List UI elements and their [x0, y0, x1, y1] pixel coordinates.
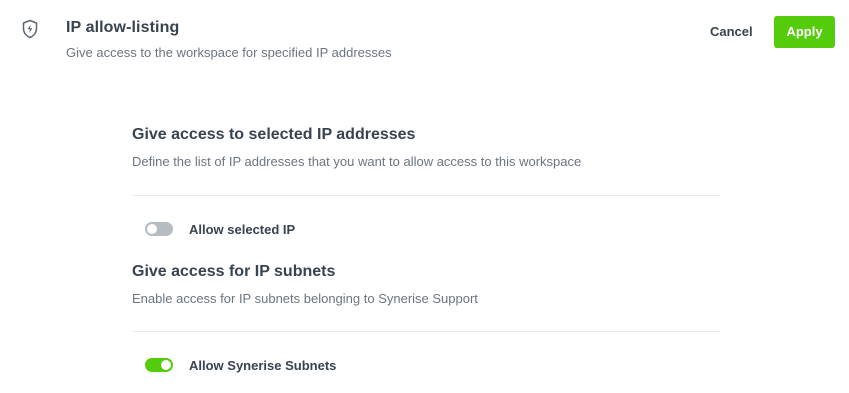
page-title: IP allow-listing — [66, 19, 180, 36]
toggle-knob — [147, 224, 157, 234]
allow-synerise-subnets-toggle[interactable] — [145, 358, 173, 372]
toggle-knob — [161, 360, 171, 370]
apply-button[interactable]: Apply — [774, 16, 835, 48]
allow-selected-ip-row: Allow selected IP — [145, 221, 295, 237]
section-title-selected-ip: Give access to selected IP addresses — [132, 126, 416, 143]
section-description-selected-ip: Define the list of IP addresses that you… — [132, 154, 582, 169]
ip-allow-listing-page: IP allow-listing Give access to the work… — [0, 0, 849, 393]
divider — [132, 331, 720, 332]
allow-selected-ip-label[interactable]: Allow selected IP — [189, 222, 295, 237]
allow-selected-ip-toggle[interactable] — [145, 222, 173, 236]
allow-synerise-subnets-label[interactable]: Allow Synerise Subnets — [189, 358, 336, 373]
page-subtitle: Give access to the workspace for specifi… — [66, 45, 392, 60]
shield-lightning-icon — [21, 19, 39, 39]
allow-synerise-subnets-row: Allow Synerise Subnets — [145, 357, 336, 373]
section-description-ip-subnets: Enable access for IP subnets belonging t… — [132, 291, 478, 306]
cancel-button[interactable]: Cancel — [698, 16, 765, 48]
section-title-ip-subnets: Give access for IP subnets — [132, 263, 336, 280]
divider — [132, 195, 720, 196]
